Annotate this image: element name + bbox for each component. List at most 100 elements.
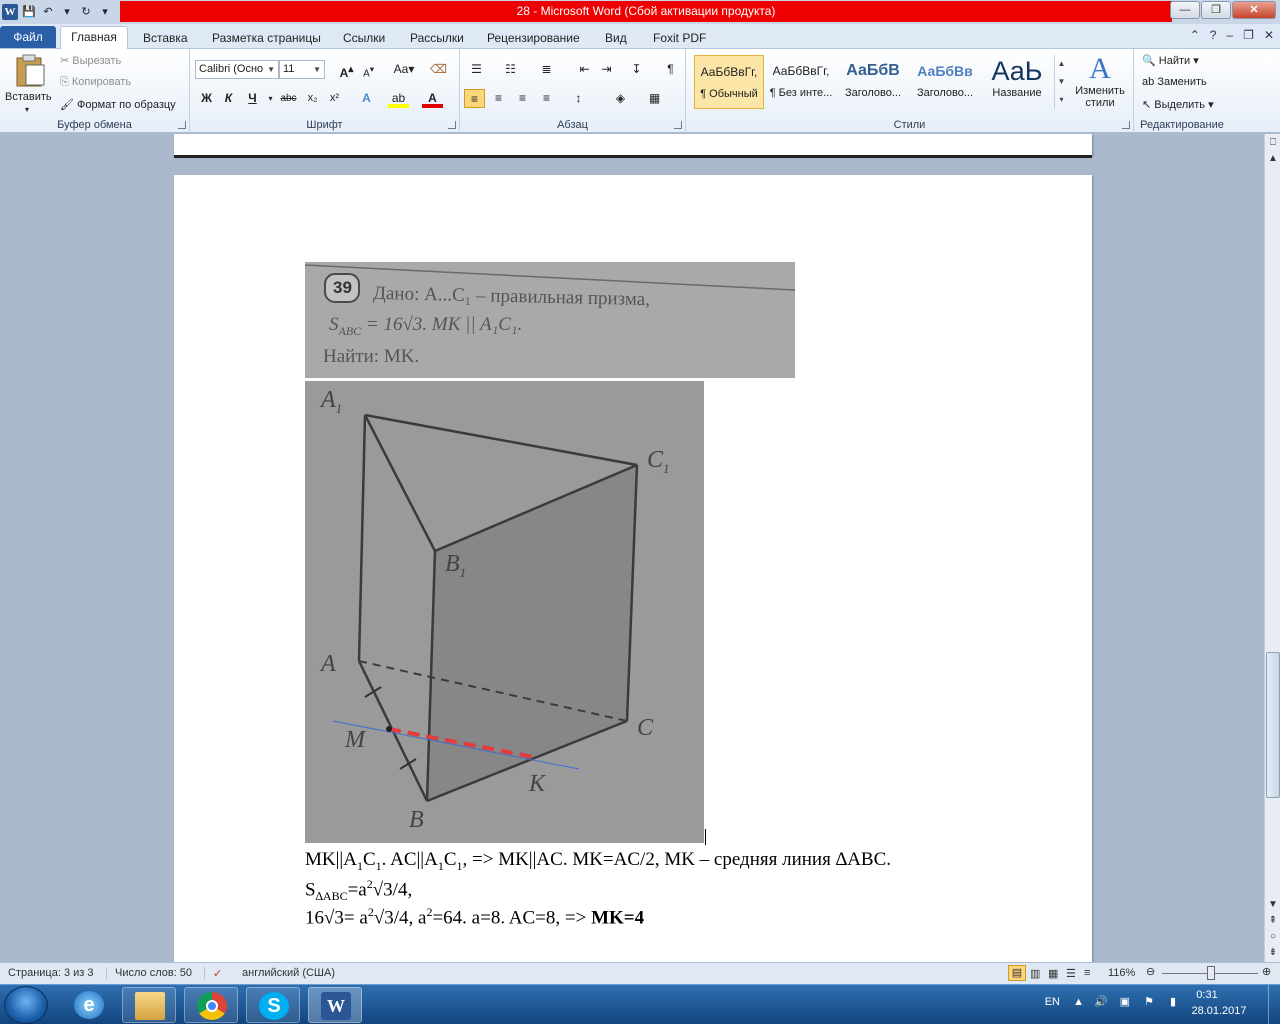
superscript-button[interactable]: x²: [324, 89, 345, 108]
zoom-in-icon[interactable]: ⊕: [1262, 965, 1271, 978]
tab-layout[interactable]: Разметка страницы: [212, 28, 321, 48]
tab-foxit-pdf[interactable]: Foxit PDF: [653, 28, 706, 48]
page-indicator[interactable]: Страница: 3 из 3: [8, 967, 94, 979]
find-button[interactable]: 🔍 Найти ▾: [1142, 54, 1199, 67]
browse-object-icon[interactable]: ○: [1266, 930, 1280, 944]
line-spacing-icon[interactable]: ↕: [568, 89, 589, 108]
font-size-select[interactable]: 11 ▼: [279, 60, 325, 79]
taskbar-skype[interactable]: S: [246, 987, 300, 1023]
style-no-spacing[interactable]: АаБбВвГг, ¶ Без инте...: [766, 55, 836, 109]
web-layout-icon[interactable]: ▦: [1048, 967, 1058, 980]
paste-button[interactable]: Вставить ▾: [5, 53, 55, 117]
style-normal[interactable]: АаБбВвГг, ¶ Обычный: [694, 55, 764, 109]
select-button[interactable]: ↖ Выделить ▾: [1142, 98, 1214, 111]
save-icon[interactable]: 💾: [21, 4, 37, 20]
grow-font-button[interactable]: A▴: [336, 60, 357, 80]
next-page-icon[interactable]: ⇟: [1266, 946, 1280, 960]
doc-minimize-icon[interactable]: –: [1226, 28, 1233, 42]
ruler-toggle-icon[interactable]: ⎕: [1266, 136, 1280, 150]
taskbar-explorer[interactable]: [122, 987, 176, 1023]
taskbar-ie[interactable]: e: [62, 987, 116, 1023]
font-launcher-icon[interactable]: [448, 121, 456, 129]
document-page[interactable]: 39 Дано: A...C₁ – правильная призма, SAB…: [174, 175, 1092, 962]
scroll-up-icon[interactable]: ▲: [1266, 152, 1280, 166]
multilevel-list-icon[interactable]: ≣: [536, 60, 557, 79]
show-hidden-icons-icon[interactable]: ▲: [1073, 996, 1084, 1008]
outline-icon[interactable]: ☰: [1066, 967, 1076, 980]
change-case-button[interactable]: Aa▾: [390, 60, 418, 79]
minimize-button[interactable]: —: [1170, 1, 1200, 19]
cut-button[interactable]: ✂ Вырезать: [60, 54, 121, 67]
restore-button[interactable]: ❐: [1201, 1, 1231, 19]
redo-icon[interactable]: ↻: [78, 4, 94, 20]
numbering-icon[interactable]: ☷: [500, 60, 521, 79]
copy-button[interactable]: ⎘ Копировать: [60, 76, 131, 89]
undo-icon[interactable]: ↶: [40, 4, 56, 20]
paragraph-launcher-icon[interactable]: [674, 121, 682, 129]
change-styles-button[interactable]: A Изменить стили: [1070, 53, 1130, 115]
clock-time[interactable]: 0:31: [1182, 989, 1232, 1001]
prism-figure-image[interactable]: A1 C1 B1 A C M K B: [305, 381, 704, 843]
network-icon[interactable]: ▣: [1120, 995, 1130, 1008]
word-count[interactable]: Число слов: 50: [106, 967, 192, 979]
replace-button[interactable]: ab Заменить: [1142, 76, 1207, 88]
minimize-ribbon-icon[interactable]: ⌃: [1190, 28, 1200, 42]
close-button[interactable]: ✕: [1232, 1, 1276, 19]
bullets-icon[interactable]: ☰: [466, 60, 487, 79]
styles-scroll[interactable]: ▲ ▼ ▾: [1054, 55, 1068, 109]
vertical-scrollbar[interactable]: ⎕ ▲ ▼ ⇞ ○ ⇟: [1264, 134, 1280, 962]
highlight-icon[interactable]: ab: [388, 89, 409, 108]
borders-icon[interactable]: ▦: [644, 89, 665, 108]
proofing-icon[interactable]: ✓: [204, 967, 222, 980]
shading-icon[interactable]: ◈: [610, 89, 631, 108]
prev-page-icon[interactable]: ⇞: [1266, 914, 1280, 928]
zoom-level[interactable]: 116%: [1108, 967, 1135, 979]
tab-view[interactable]: Вид: [605, 28, 627, 48]
doc-close-icon[interactable]: ✕: [1264, 28, 1274, 42]
tab-file[interactable]: Файл: [0, 26, 56, 48]
solution-line-3[interactable]: 16√3= a2√3/4, a2=64. a=8. AC=8, => MK=4: [305, 905, 644, 929]
action-center-icon[interactable]: ⚑: [1144, 995, 1154, 1008]
font-name-select[interactable]: Calibri (Осно ▼: [195, 60, 279, 79]
font-color-icon[interactable]: A: [422, 89, 443, 108]
strikethrough-button[interactable]: abc: [278, 89, 299, 108]
taskbar-word[interactable]: W: [308, 987, 362, 1023]
draft-icon[interactable]: ≡: [1084, 967, 1090, 979]
text-effects-icon[interactable]: A: [356, 89, 377, 108]
tab-home[interactable]: Главная: [60, 26, 128, 49]
power-icon[interactable]: ▮: [1170, 995, 1176, 1008]
decrease-indent-icon[interactable]: ⇤: [574, 60, 595, 79]
taskbar-chrome[interactable]: [184, 987, 238, 1023]
styles-launcher-icon[interactable]: [1122, 121, 1130, 129]
language-indicator[interactable]: английский (США): [242, 967, 335, 979]
help-icon[interactable]: ?: [1210, 28, 1217, 42]
align-left-icon[interactable]: ≡: [464, 89, 485, 108]
increase-indent-icon[interactable]: ⇥: [596, 60, 617, 79]
undo-dropdown-icon[interactable]: ▾: [59, 4, 75, 20]
scroll-down-icon[interactable]: ▼: [1266, 898, 1280, 912]
bold-button[interactable]: Ж: [196, 89, 217, 108]
clear-formatting-icon[interactable]: ⌫: [428, 60, 449, 79]
show-marks-icon[interactable]: ¶: [660, 60, 681, 79]
print-layout-icon[interactable]: ▤: [1008, 965, 1026, 981]
clipboard-launcher-icon[interactable]: [178, 121, 186, 129]
tab-mailings[interactable]: Рассылки: [410, 28, 464, 48]
paste-dropdown-icon[interactable]: ▾: [25, 105, 29, 114]
customize-qat-icon[interactable]: ▾: [97, 4, 113, 20]
show-desktop-button[interactable]: [1268, 985, 1280, 1024]
tab-references[interactable]: Ссылки: [343, 28, 385, 48]
doc-restore-icon[interactable]: ❐: [1243, 28, 1254, 42]
full-screen-reading-icon[interactable]: ▥: [1030, 967, 1040, 980]
justify-icon[interactable]: ≡: [536, 89, 557, 108]
solution-line-1[interactable]: MK||A1C1. AC||A1C1, => MK||AC. MK=AC/2, …: [305, 849, 891, 874]
start-button[interactable]: [4, 986, 48, 1024]
sort-icon[interactable]: ↧: [626, 60, 647, 79]
align-center-icon[interactable]: ≡: [488, 89, 509, 108]
language-indicator[interactable]: EN: [1045, 996, 1060, 1008]
zoom-out-icon[interactable]: ⊖: [1146, 965, 1155, 978]
style-title[interactable]: АаЬ Название: [982, 55, 1052, 109]
style-heading-2[interactable]: АаБбВв Заголово...: [910, 55, 980, 109]
format-painter-button[interactable]: 🖌 Формат по образцу: [60, 98, 176, 111]
shrink-font-button[interactable]: A▾: [358, 60, 379, 79]
align-right-icon[interactable]: ≡: [512, 89, 533, 108]
